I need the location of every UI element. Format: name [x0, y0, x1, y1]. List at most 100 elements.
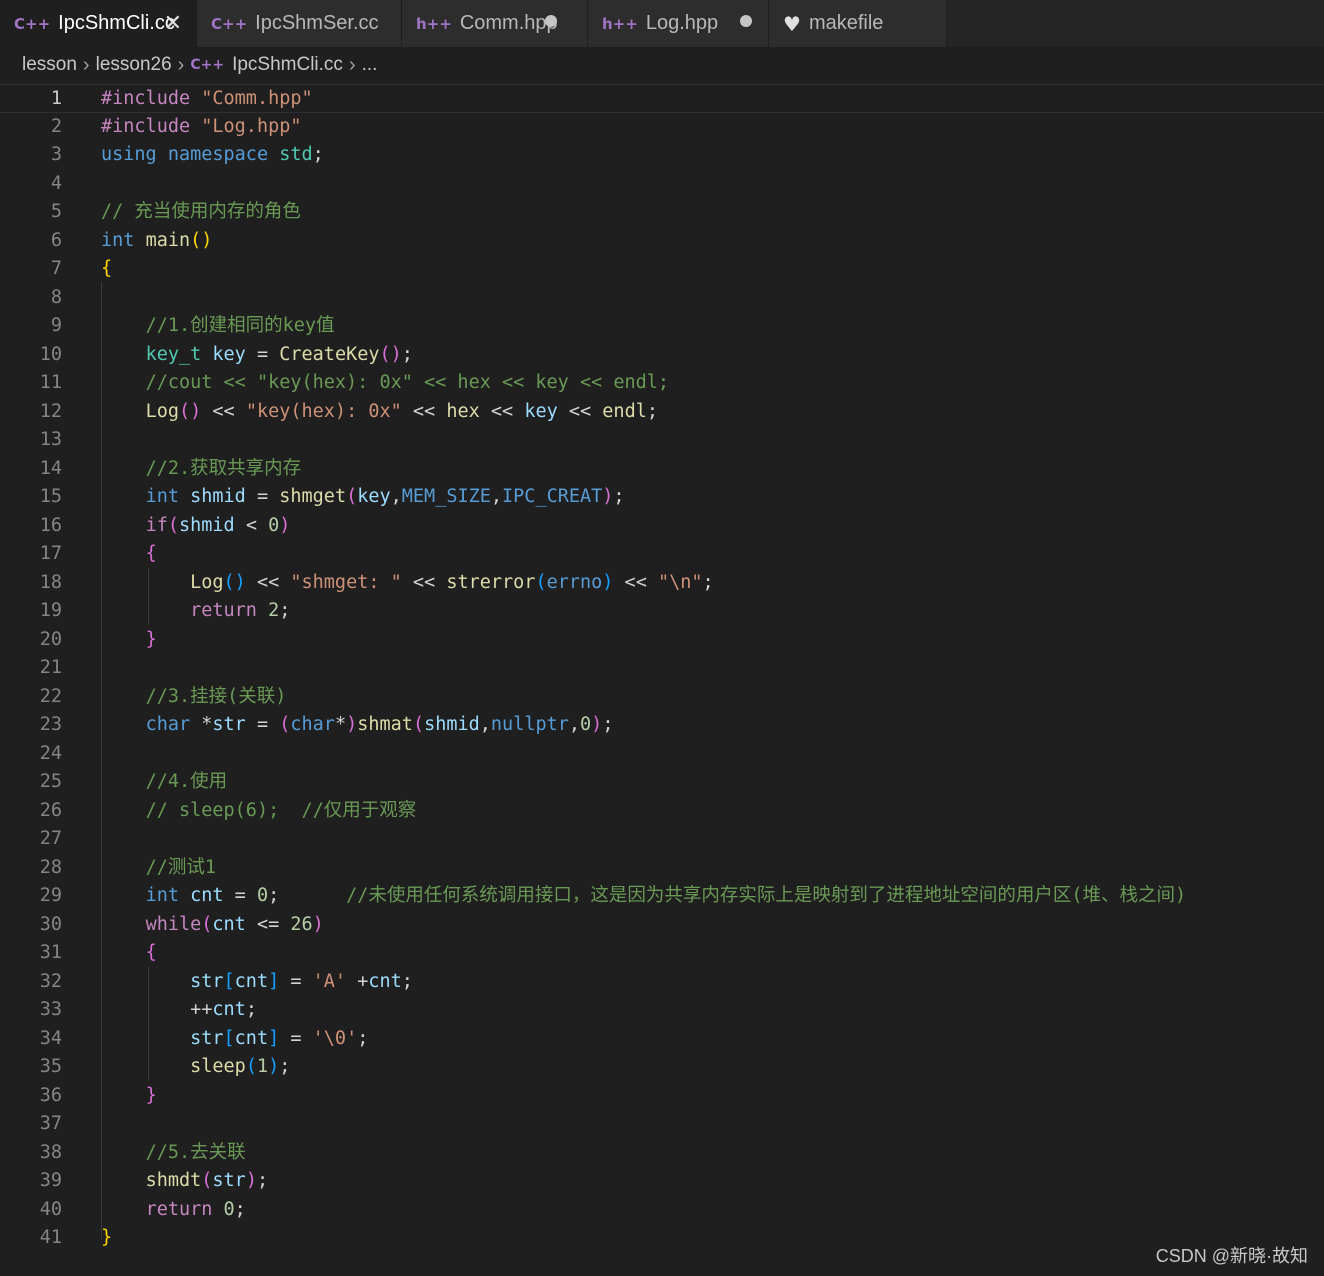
tab-label: IpcShmSer.cc	[255, 12, 379, 34]
code-line[interactable]: 20 }	[0, 626, 1324, 655]
code-line[interactable]: 15 int shmid = shmget(key,MEM_SIZE,IPC_C…	[0, 483, 1324, 512]
code-text: sleep(1);	[101, 1053, 290, 1082]
code-line[interactable]: 1 #include "Comm.hpp"	[0, 84, 1324, 113]
code-line[interactable]: 19 return 2;	[0, 597, 1324, 626]
code-token: return	[145, 1198, 213, 1220]
code-line[interactable]: 24	[0, 740, 1324, 769]
code-line[interactable]: 9 //1.创建相同的key值	[0, 312, 1324, 341]
breadcrumb-item[interactable]: ...	[362, 54, 378, 76]
tab-log-hpp[interactable]: h++ Log.hpp	[588, 0, 769, 47]
code-line[interactable]: 14 //2.获取共享内存	[0, 455, 1324, 484]
code-line[interactable]: 4	[0, 170, 1324, 199]
code-token: ;	[646, 400, 658, 422]
code-token: //cout << "key(hex): 0x" << hex << key <…	[145, 372, 670, 393]
tab-comm-hpp[interactable]: h++ Comm.hpp	[402, 0, 588, 47]
code-token: ;	[279, 600, 291, 621]
unsaved-dot-icon[interactable]	[740, 15, 752, 27]
code-token: 0	[223, 1198, 235, 1220]
code-token: }	[145, 1084, 157, 1106]
code-line[interactable]: 28 //测试1	[0, 854, 1324, 883]
code-token: "shmget: "	[290, 571, 402, 593]
chevron-right-icon: ›	[348, 53, 356, 76]
line-number: 22	[39, 685, 62, 707]
code-text: }	[101, 626, 157, 655]
code-line[interactable]: 32 str[cnt] = 'A' +cnt;	[0, 968, 1324, 997]
line-number: 24	[39, 742, 62, 764]
code-line[interactable]: 34 str[cnt] = '\0';	[0, 1025, 1324, 1054]
code-line[interactable]: 37	[0, 1110, 1324, 1139]
code-token: ;	[613, 486, 625, 507]
code-text: Log() << "key(hex): 0x" << hex << key <<…	[101, 398, 658, 427]
unsaved-dot-icon[interactable]	[545, 15, 557, 27]
code-token: '\0'	[312, 1027, 358, 1049]
code-line[interactable]: 12 Log() << "key(hex): 0x" << hex << key…	[0, 398, 1324, 427]
makefile-icon: ♥	[783, 11, 801, 36]
code-line[interactable]: 17 {	[0, 540, 1324, 569]
code-line[interactable]: 2 #include "Log.hpp"	[0, 113, 1324, 142]
code-token: 26	[290, 913, 313, 935]
code-line[interactable]: 22 //3.挂接(关联)	[0, 683, 1324, 712]
code-line[interactable]: 41}	[0, 1224, 1324, 1253]
code-line[interactable]: 39 shmdt(str);	[0, 1167, 1324, 1196]
code-token: #include	[101, 115, 191, 137]
breadcrumb-item[interactable]: lesson26	[96, 54, 172, 76]
code-line[interactable]: 27	[0, 825, 1324, 854]
code-token: hex	[446, 400, 480, 422]
code-token: ;	[268, 885, 347, 906]
code-text: //测试1	[101, 854, 216, 883]
line-number: 6	[50, 229, 62, 251]
code-line[interactable]: 21	[0, 654, 1324, 683]
code-line[interactable]: 16 if(shmid < 0)	[0, 512, 1324, 541]
code-line[interactable]: 26 // sleep(6); //仅用于观察	[0, 797, 1324, 826]
code-line[interactable]: 35 sleep(1);	[0, 1053, 1324, 1082]
breadcrumb-item[interactable]: lesson	[22, 54, 77, 76]
tab-ipcshmser-cc[interactable]: C++ IpcShmSer.cc	[197, 0, 402, 47]
line-number: 4	[50, 172, 62, 194]
code-token: <<	[201, 400, 246, 422]
code-line[interactable]: 3 using namespace std;	[0, 141, 1324, 170]
code-line[interactable]: 13	[0, 426, 1324, 455]
code-token: "\n"	[657, 571, 703, 593]
code-token: std	[279, 144, 313, 165]
breadcrumb-item[interactable]: IpcShmCli.cc	[232, 54, 343, 76]
code-line[interactable]: 25 //4.使用	[0, 768, 1324, 797]
tab-ipcshmcli-cc[interactable]: C++ IpcShmCli.cc ✕	[0, 0, 197, 47]
tab-makefile[interactable]: ♥ makefile	[769, 0, 947, 47]
code-line[interactable]: 18 Log() << "shmget: " << strerror(errno…	[0, 569, 1324, 598]
code-line[interactable]: 8	[0, 284, 1324, 313]
close-tab-icon[interactable]: ✕	[164, 10, 182, 36]
code-token: int	[145, 885, 179, 906]
code-line[interactable]: 40 return 0;	[0, 1196, 1324, 1225]
code-line[interactable]: 7{	[0, 255, 1324, 284]
code-line[interactable]: 30 while(cnt <= 26)	[0, 911, 1324, 940]
code-line[interactable]: 31 {	[0, 939, 1324, 968]
code-line[interactable]: 11 //cout << "key(hex): 0x" << hex << ke…	[0, 369, 1324, 398]
code-token: (	[245, 1056, 257, 1077]
code-text: #include "Comm.hpp"	[101, 85, 313, 114]
code-token: =	[279, 1027, 313, 1049]
line-number: 17	[39, 543, 62, 564]
code-text: #include "Log.hpp"	[101, 113, 302, 142]
code-text: int main()	[101, 227, 212, 256]
line-number: 9	[50, 315, 62, 336]
code-line[interactable]: 33 ++cnt;	[0, 996, 1324, 1025]
code-token: shmdt	[145, 1170, 202, 1191]
code-text: {	[101, 255, 112, 284]
line-number: 12	[39, 400, 62, 422]
code-line[interactable]: 38 //5.去关联	[0, 1139, 1324, 1168]
code-text: key_t key = CreateKey();	[101, 341, 413, 370]
code-line[interactable]: 10 key_t key = CreateKey();	[0, 341, 1324, 370]
code-line[interactable]: 29 int cnt = 0; //未使用任何系统调用接口，这是因为共享内存实际…	[0, 882, 1324, 911]
code-line[interactable]: 36 }	[0, 1082, 1324, 1111]
code-line[interactable]: 5 // 充当使用内存的角色	[0, 198, 1324, 227]
code-editor[interactable]: 1 #include "Comm.hpp" 2 #include "Log.hpp" 3…	[0, 84, 1324, 1276]
code-line[interactable]: 6 int main()	[0, 227, 1324, 256]
code-line[interactable]: 23 char *str = (char*)shmat(shmid,nullpt…	[0, 711, 1324, 740]
code-token: (	[535, 571, 547, 593]
